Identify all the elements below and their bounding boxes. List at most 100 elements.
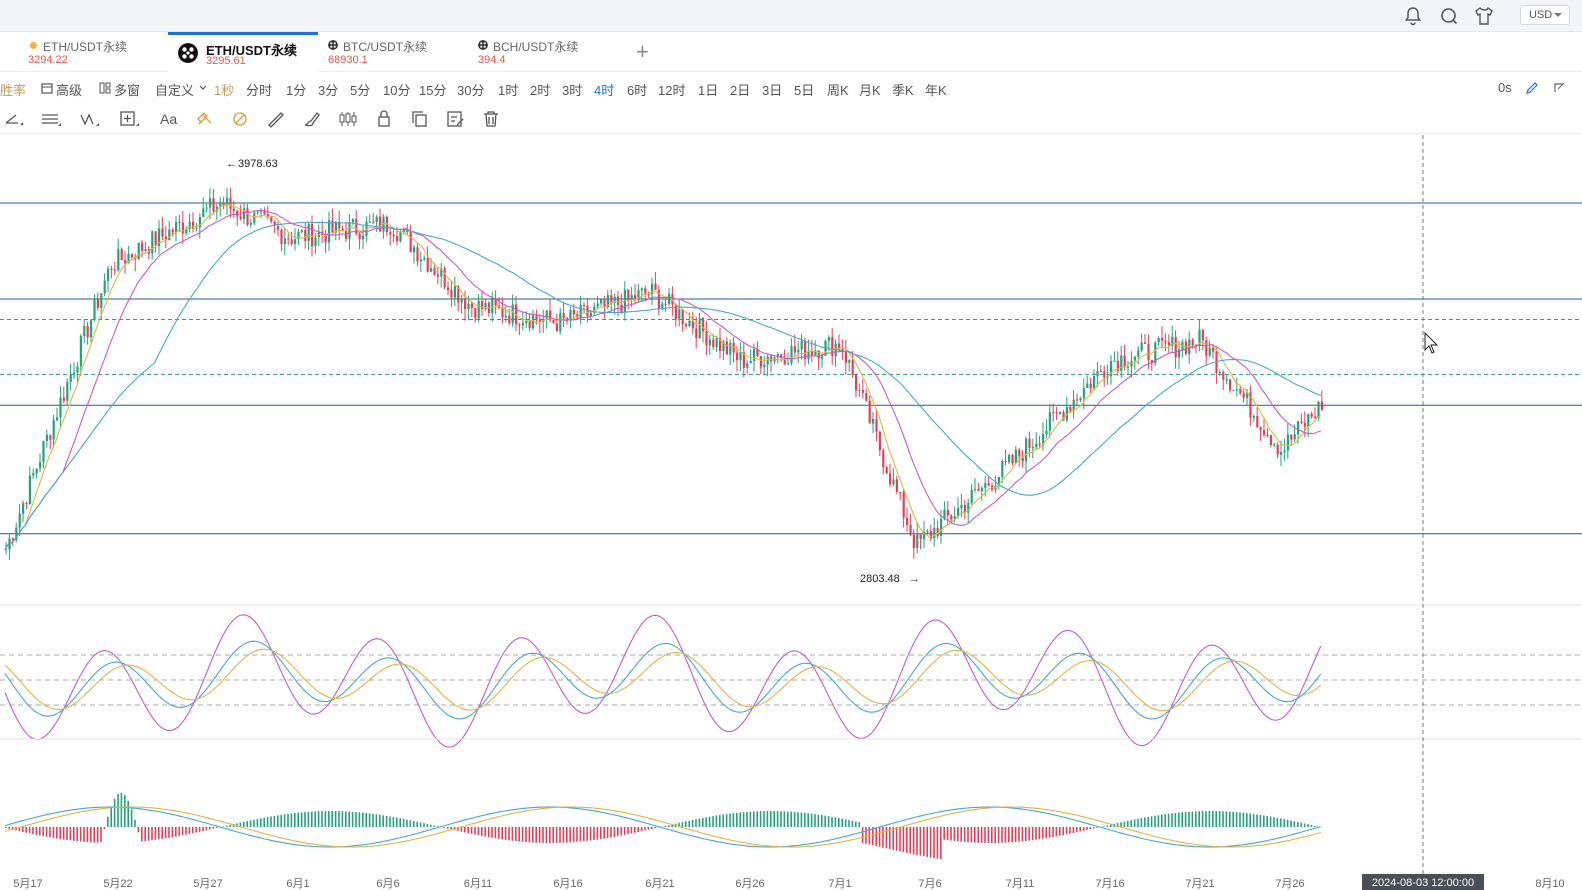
wave-icon[interactable] <box>78 109 100 129</box>
macd-histogram-bar <box>855 821 857 827</box>
interval-7[interactable]: 30分 <box>457 80 484 99</box>
tab-eth-usdt-1[interactable]: ETH/USDT永续 3294.22 <box>18 32 168 72</box>
candle-body <box>280 229 283 244</box>
interval-6[interactable]: 15分 <box>419 80 446 99</box>
macd-histogram-bar <box>1266 815 1268 827</box>
interval-11[interactable]: 4时 <box>594 80 614 99</box>
interval-8[interactable]: 1时 <box>498 80 518 99</box>
macd-histogram-bar <box>185 827 187 835</box>
candle-body <box>766 356 769 365</box>
x-axis-tick-label: 7月11 <box>1006 878 1035 890</box>
edit-icon[interactable] <box>445 109 467 129</box>
candle-body <box>73 372 76 375</box>
macd-histogram-bar <box>552 827 554 843</box>
interval-15[interactable]: 2日 <box>730 80 750 99</box>
candle-body <box>358 233 361 240</box>
macd-histogram-bar <box>229 824 231 827</box>
candle-body <box>885 467 888 474</box>
macd-histogram-bar <box>294 813 296 827</box>
candle-body <box>453 286 456 298</box>
interval-3[interactable]: 3分 <box>318 80 338 99</box>
multi-window-button[interactable]: 多窗 <box>114 80 140 99</box>
magnet-icon[interactable] <box>194 109 216 129</box>
candle-body <box>1242 393 1245 398</box>
magnet-alt-icon[interactable] <box>229 109 251 129</box>
candle-body <box>831 337 834 357</box>
candle-body <box>460 298 463 303</box>
interval-21[interactable]: 年K <box>925 80 947 99</box>
ma-line-long <box>4 221 1322 550</box>
interval-2[interactable]: 1分 <box>286 80 306 99</box>
interval-16[interactable]: 3日 <box>762 80 782 99</box>
interval-19[interactable]: 月K <box>859 80 881 99</box>
macd-histogram-bar <box>76 827 78 842</box>
macd-histogram-bar <box>147 827 150 841</box>
candle-body <box>300 230 303 232</box>
interval-18[interactable]: 周K <box>827 80 849 99</box>
macd-histogram-bar <box>691 819 694 827</box>
macd-histogram-bar <box>892 827 894 850</box>
macd-histogram-bar <box>311 811 313 827</box>
candle-body <box>79 335 82 367</box>
bell-icon[interactable] <box>1402 5 1424 27</box>
brush-icon[interactable] <box>301 109 323 129</box>
custom-interval-dropdown[interactable]: 自定义 <box>155 80 194 99</box>
macd-histogram-bar <box>1208 811 1211 827</box>
measure-icon[interactable] <box>118 109 140 129</box>
macd-histogram-bar <box>283 814 286 827</box>
svg-text:Aa: Aa <box>160 111 177 127</box>
macd-indicator-pane <box>4 792 1323 860</box>
macd-histogram-bar <box>266 817 269 827</box>
search-icon[interactable] <box>1438 5 1460 27</box>
interval-17[interactable]: 5日 <box>794 80 814 99</box>
candle-body <box>205 207 208 209</box>
candle-body <box>698 318 701 339</box>
currency-select[interactable]: USD <box>1520 5 1570 25</box>
expand-icon[interactable] <box>1552 81 1566 95</box>
interval-13[interactable]: 12时 <box>658 80 685 99</box>
macd-histogram-bar <box>1120 822 1122 827</box>
candles-icon[interactable] <box>337 109 359 129</box>
macd-histogram-bar <box>484 827 486 837</box>
trash-icon[interactable] <box>480 109 502 129</box>
horizontal-lines-icon[interactable] <box>40 109 62 129</box>
interval-14[interactable]: 1日 <box>698 80 718 99</box>
text-tool-icon[interactable]: Aa <box>158 109 180 129</box>
ruler-icon[interactable] <box>265 109 287 129</box>
shirt-icon[interactable] <box>1473 5 1495 27</box>
macd-histogram-bar <box>919 827 922 856</box>
macd-histogram-bar <box>899 827 901 852</box>
pencil-icon[interactable] <box>1525 81 1539 95</box>
macd-histogram-bar <box>532 827 534 843</box>
copy-icon[interactable] <box>409 109 431 129</box>
candle-body <box>603 299 606 307</box>
candle-body <box>559 313 562 332</box>
price-chart[interactable]: 5月17 5月22 5月27 6月1 6月6 6月11 6月16 6月21 6月26 7月1 7月6… <box>0 135 1582 890</box>
tab-eth-usdt-active[interactable]: ETH/USDT永续 3295.61 <box>168 32 318 72</box>
tab-btc-usdt[interactable]: BTC/USDT永续 68930.1 <box>318 32 468 72</box>
interval-5[interactable]: 10分 <box>383 80 410 99</box>
macd-histogram-bar <box>198 827 201 832</box>
interval-12[interactable]: 6时 <box>627 80 647 99</box>
lock-icon[interactable] <box>373 109 395 129</box>
interval-9[interactable]: 2时 <box>530 80 550 99</box>
interval-0[interactable]: 1秒 <box>214 80 234 99</box>
interval-10[interactable]: 3时 <box>562 80 582 99</box>
interval-4[interactable]: 5分 <box>350 80 370 99</box>
add-tab-button[interactable]: + <box>636 39 649 65</box>
macd-histogram-bar <box>341 811 344 827</box>
candle-body <box>1256 416 1259 428</box>
candle-body <box>1008 455 1011 463</box>
candle-body <box>188 221 191 230</box>
macd-histogram-bar <box>776 811 779 827</box>
interval-20[interactable]: 季K <box>892 80 914 99</box>
tab-price: 3295.61 <box>206 55 246 67</box>
winrate-button[interactable]: 胜率 <box>0 80 26 99</box>
tab-bch-usdt[interactable]: BCH/USDT永续 394.4 <box>468 32 618 72</box>
macd-histogram-bar <box>1276 817 1279 827</box>
macd-histogram-bar <box>464 827 466 833</box>
interval-1[interactable]: 分时 <box>246 80 272 99</box>
advanced-button[interactable]: 高级 <box>56 80 82 99</box>
macd-histogram-bar <box>698 818 701 827</box>
line-tool-icon[interactable] <box>2 109 24 129</box>
